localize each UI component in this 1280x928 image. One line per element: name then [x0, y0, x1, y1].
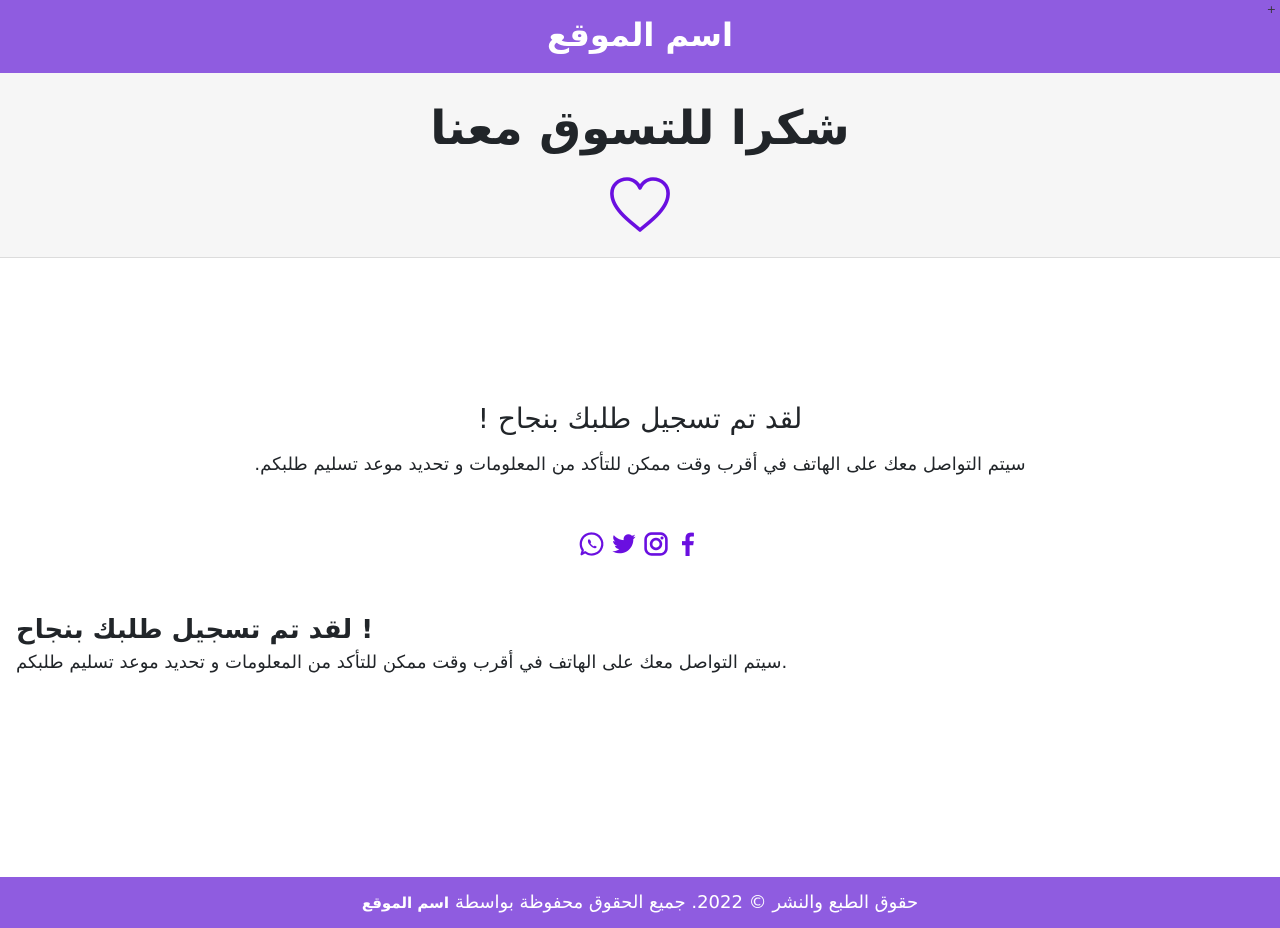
order-success-message-secondary: سيتم التواصل معك على الهاتف في أقرب وقت …: [16, 652, 788, 674]
site-title[interactable]: اسم الموقع: [547, 19, 733, 51]
thank-you-banner: شكرا للتسوق معنا: [0, 73, 1280, 258]
order-success-block-secondary: لقد تم تسجيل طلبك بنجاح ! سيتم التواصل م…: [16, 612, 787, 676]
heart-icon: [610, 176, 670, 232]
whatsapp-icon: [579, 532, 604, 556]
facebook-icon: [682, 532, 694, 556]
site-header: اسم الموقع: [0, 0, 1280, 73]
twitter-icon: [612, 534, 636, 554]
social-links: [0, 530, 1280, 558]
order-success-title-secondary: لقد تم تسجيل طلبك بنجاح !: [16, 615, 374, 645]
instagram-link[interactable]: [643, 530, 669, 558]
order-success-title: لقد تم تسجيل طلبك بنجاح !: [477, 402, 803, 435]
twitter-link[interactable]: [611, 530, 637, 558]
corner-plus-mark: +: [1266, 3, 1276, 16]
site-footer: حقوق الطبع والنشر © 2022. جميع الحقوق مح…: [0, 877, 1280, 928]
thank-you-title: شكرا للتسوق معنا: [430, 101, 850, 156]
whatsapp-link[interactable]: [579, 530, 605, 558]
facebook-link[interactable]: [675, 530, 701, 558]
instagram-icon: [644, 532, 668, 556]
order-success-message: سيتم التواصل معك على الهاتف في أقرب وقت …: [254, 454, 1026, 475]
footer-site-link[interactable]: اسم الموقع: [362, 894, 449, 912]
footer-copyright: حقوق الطبع والنشر © 2022. جميع الحقوق مح…: [455, 892, 919, 913]
